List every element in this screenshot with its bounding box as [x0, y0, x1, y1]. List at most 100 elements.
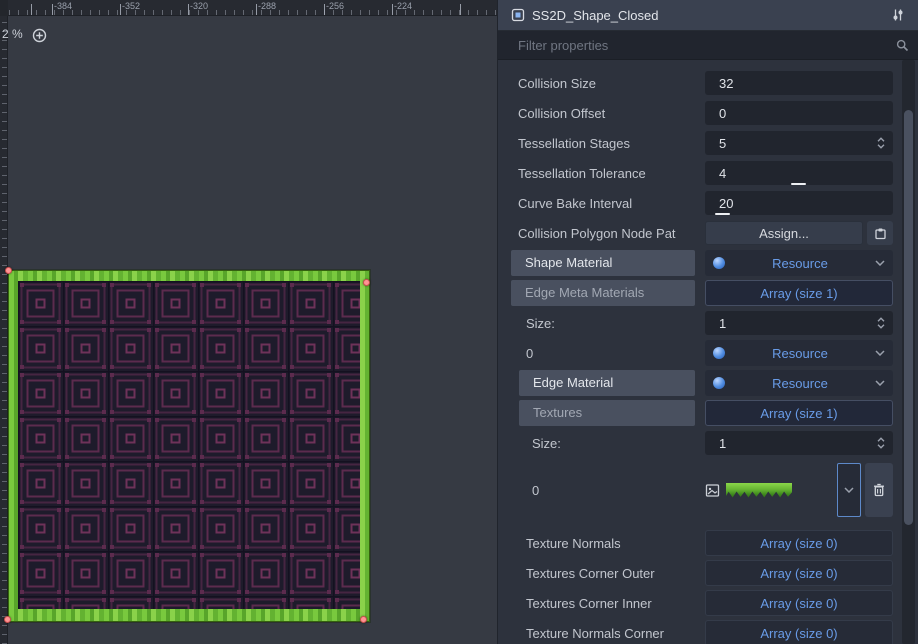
shape-handle[interactable] [360, 616, 367, 623]
array-size-field[interactable]: 1 [705, 311, 893, 335]
center-view-icon[interactable] [32, 28, 47, 43]
shape-handle[interactable] [4, 616, 11, 623]
array-size-label: Array (size 1) [760, 406, 837, 421]
assign-button-label: Assign... [759, 226, 809, 241]
resource-label: Resource [725, 256, 875, 271]
resource-icon [713, 377, 725, 389]
array-size-label: Array (size 0) [760, 536, 837, 551]
inspector-scrollbar[interactable] [902, 60, 915, 644]
chevron-down-icon [875, 350, 885, 356]
property-row-array-size: Size: 1 [511, 308, 893, 338]
2d-viewport[interactable]: -384 -352 -320 -288 -256 -224 2 % [0, 0, 497, 644]
shape-handle[interactable] [363, 279, 370, 286]
property-tools-icon[interactable] [888, 5, 908, 25]
property-label: Collision Polygon Node Pat [518, 226, 705, 241]
property-row-textures: Textures Array (size 1) [511, 398, 893, 428]
resource-label: Resource [725, 376, 875, 391]
collision-size-field[interactable]: 32 [705, 71, 893, 95]
property-label: 0 [532, 483, 705, 498]
array-size-label: Array (size 0) [760, 626, 837, 641]
property-label: 0 [526, 346, 705, 361]
property-row-texture-item-0: 0 [511, 458, 893, 522]
godot-editor: -384 -352 -320 -288 -256 -224 2 % [0, 0, 918, 644]
property-list: Collision Size 32 Collision Offset 0 Tes… [498, 60, 893, 644]
spinner-updown-icon[interactable] [876, 136, 886, 150]
shape-material-resource-dropdown[interactable]: Resource [705, 250, 893, 276]
textures-array-button[interactable]: Array (size 1) [705, 400, 893, 426]
edge-material-resource-dropdown[interactable]: Resource [705, 370, 893, 396]
spinner-updown-icon[interactable] [876, 316, 886, 330]
inspector-header: SS2D_Shape_Closed [498, 0, 918, 31]
property-label: Edge Material [519, 370, 695, 396]
property-row-shape-material: Shape Material Resource [511, 248, 893, 278]
vertical-ruler [0, 16, 8, 644]
texture-normals-array-button[interactable]: Array (size 0) [705, 530, 893, 556]
field-value: 32 [719, 76, 886, 91]
array-size-label: Array (size 0) [760, 596, 837, 611]
ruler-minor-ticks [2, 16, 7, 644]
chevron-down-icon [844, 487, 854, 493]
item-resource-dropdown[interactable]: Resource [705, 340, 893, 366]
slider-grabber[interactable] [715, 213, 730, 215]
field-value: 4 [719, 166, 886, 181]
property-label: Texture Normals [526, 536, 705, 551]
shape-handle[interactable] [5, 267, 12, 274]
edge-meta-materials-array-button[interactable]: Array (size 1) [705, 280, 893, 306]
pick-node-button[interactable] [867, 221, 893, 245]
pick-node-icon [874, 227, 887, 240]
delete-texture-button[interactable] [865, 463, 893, 517]
property-row-collision-polygon-node-path: Collision Polygon Node Pat Assign... [511, 218, 893, 248]
textures-size-field[interactable]: 1 [705, 431, 893, 455]
trash-icon [873, 483, 885, 497]
array-size-label: Array (size 1) [760, 286, 837, 301]
property-row-collision-size: Collision Size 32 [511, 68, 893, 98]
spinner-updown-icon[interactable] [876, 436, 886, 450]
field-value: 0 [719, 106, 886, 121]
scrollbar-thumb[interactable] [904, 110, 913, 525]
shape-node[interactable] [8, 270, 370, 622]
texture-normals-corner-array-button[interactable]: Array (size 0) [705, 620, 893, 644]
zoom-level-button[interactable]: 2 % [2, 27, 23, 41]
ruler-mark: -352 [122, 1, 140, 11]
property-label: Size: [526, 316, 705, 331]
property-label: Curve Bake Interval [518, 196, 705, 211]
image-file-icon [705, 483, 720, 498]
texture-preview-thumbnail[interactable] [726, 483, 792, 498]
resource-icon [713, 257, 725, 269]
inspected-object-title: SS2D_Shape_Closed [532, 8, 888, 23]
filter-input[interactable] [518, 38, 896, 53]
textures-corner-inner-array-button[interactable]: Array (size 0) [705, 590, 893, 616]
slider-grabber[interactable] [791, 183, 806, 185]
property-label: Tessellation Stages [518, 136, 705, 151]
ruler-corner [0, 0, 8, 16]
property-label: Size: [532, 436, 705, 451]
resource-icon [713, 347, 725, 359]
curve-bake-interval-field[interactable]: 20 [705, 191, 893, 215]
property-row-edge-material: Edge Material Resource [511, 368, 893, 398]
property-label: Tessellation Tolerance [518, 166, 705, 181]
inspector-panel: SS2D_Shape_Closed Collision Size 32 [497, 0, 918, 644]
ruler-mark: -320 [190, 1, 208, 11]
property-row-edge-meta-materials: Edge Meta Materials Array (size 1) [511, 278, 893, 308]
texture-resource-dropdown[interactable] [837, 463, 861, 517]
tessellation-stages-field[interactable]: 5 [705, 131, 893, 155]
property-row-tessellation-tolerance: Tessellation Tolerance 4 [511, 158, 893, 188]
ruler-mark: -384 [54, 1, 72, 11]
array-size-label: Array (size 0) [760, 566, 837, 581]
property-label: Collision Offset [518, 106, 705, 121]
tessellation-tolerance-field[interactable]: 4 [705, 161, 893, 185]
property-label: Textures Corner Outer [526, 566, 705, 581]
field-value: 1 [719, 436, 876, 451]
shape-fill-texture [18, 281, 360, 609]
textures-corner-outer-array-button[interactable]: Array (size 0) [705, 560, 893, 586]
property-row-textures-size: Size: 1 [511, 428, 893, 458]
property-row-curve-bake-interval: Curve Bake Interval 20 [511, 188, 893, 218]
ruler-major-ticks [0, 4, 497, 15]
filter-properties-bar[interactable] [498, 31, 918, 60]
ruler-mark: -288 [258, 1, 276, 11]
assign-node-path-button[interactable]: Assign... [705, 221, 863, 245]
ruler-mark: -256 [326, 1, 344, 11]
property-row-collision-offset: Collision Offset 0 [511, 98, 893, 128]
field-value: 1 [719, 316, 876, 331]
collision-offset-field[interactable]: 0 [705, 101, 893, 125]
